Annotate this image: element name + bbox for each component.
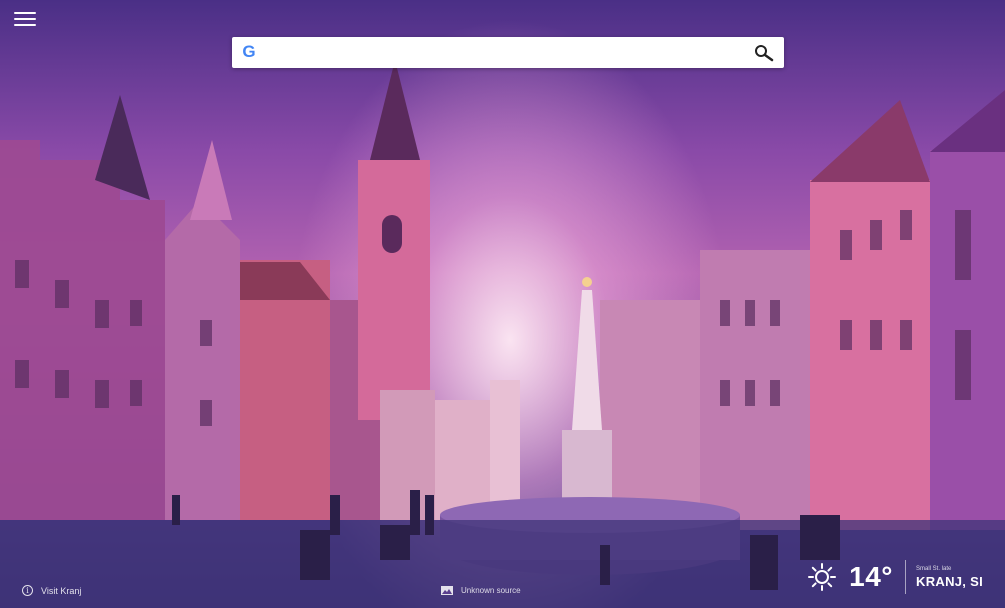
photo-credit[interactable]: Unknown source	[441, 586, 521, 595]
background-photo	[0, 0, 1005, 608]
weather-city: KRANJ, SI	[916, 573, 983, 589]
search-bar: G	[232, 37, 784, 68]
info-icon: i	[22, 585, 33, 596]
town-square-illustration	[0, 60, 1005, 608]
weather-widget[interactable]: 14° Small St. late KRANJ, SI	[807, 560, 983, 594]
weather-location: Small St. late KRANJ, SI	[916, 566, 983, 589]
menu-button[interactable]	[14, 12, 36, 28]
menu-bar-1	[14, 12, 36, 14]
info-link[interactable]: i Visit Kranj	[22, 585, 81, 596]
menu-bar-3	[14, 24, 36, 26]
image-icon	[441, 586, 453, 595]
google-g-icon: G	[242, 42, 256, 61]
info-link-text: Visit Kranj	[41, 585, 82, 596]
search-icon[interactable]	[754, 44, 774, 62]
weather-small-label: Small St. late	[916, 565, 952, 572]
photo-credit-text: Unknown source	[461, 586, 521, 595]
sun-icon	[808, 563, 837, 591]
menu-bar-2	[14, 18, 36, 20]
temperature: 14°	[849, 561, 893, 592]
weather-divider	[905, 560, 906, 594]
search-input[interactable]	[266, 41, 736, 64]
